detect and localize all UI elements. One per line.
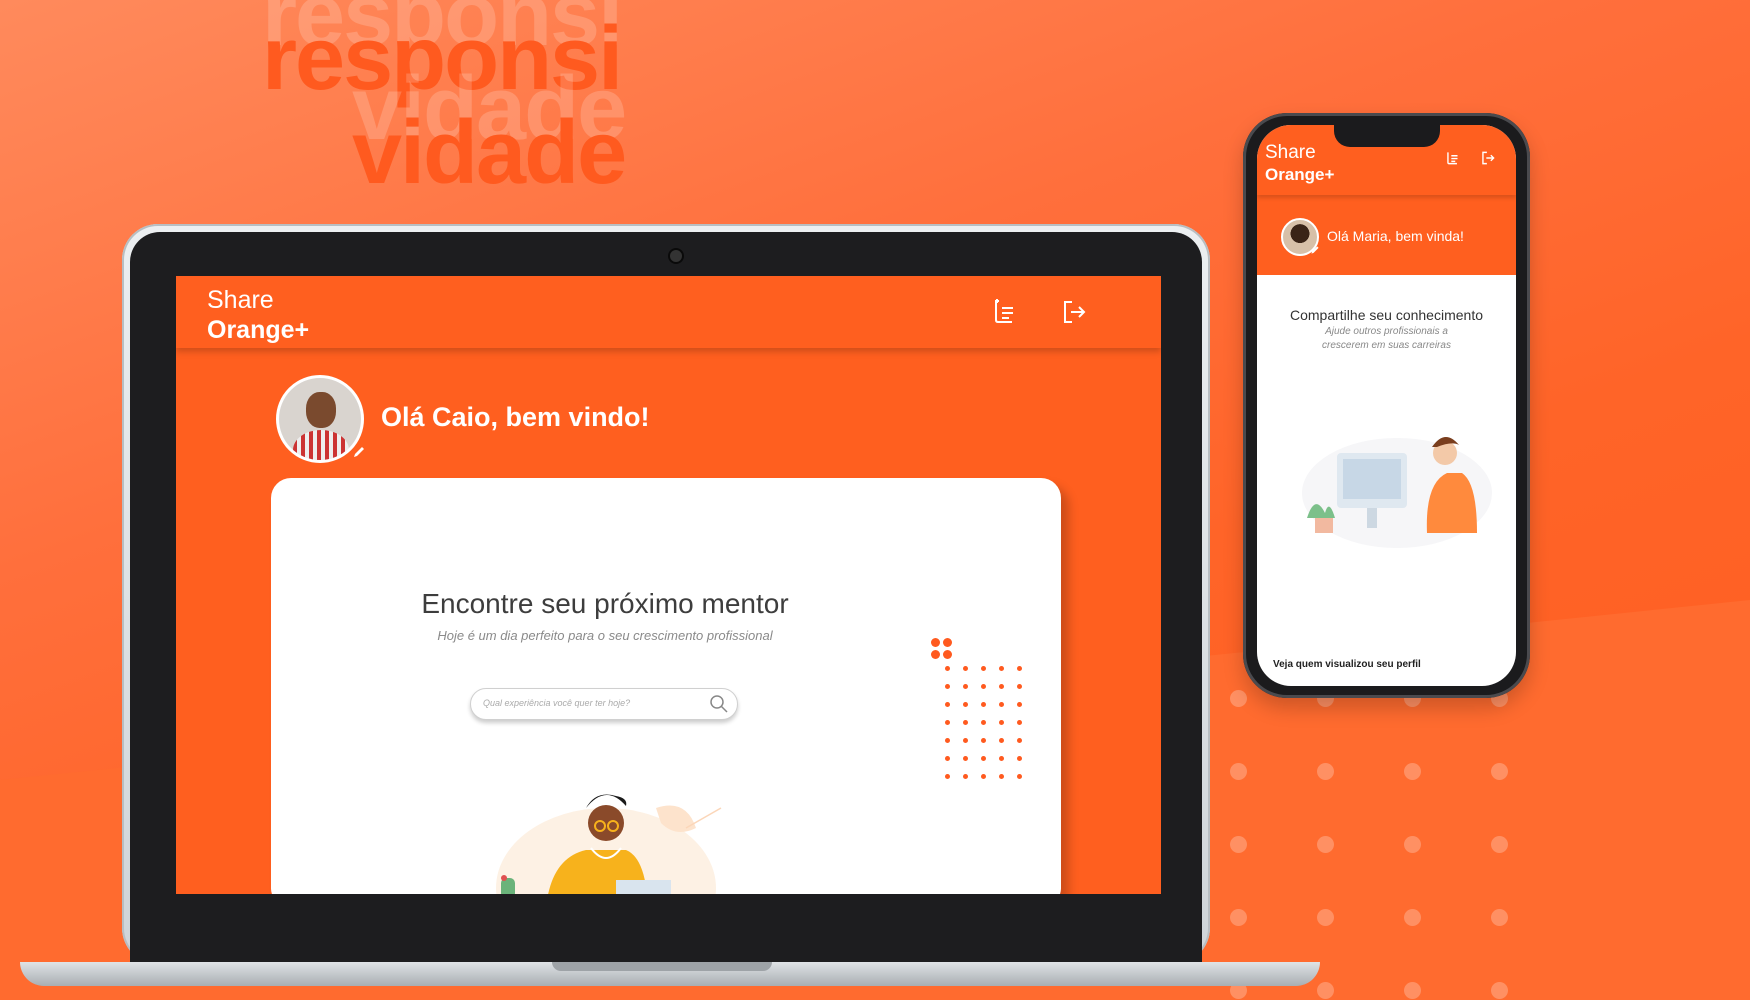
- decorative-dot: [1017, 756, 1022, 761]
- decorative-dot: [981, 738, 986, 743]
- decorative-dot: [945, 756, 950, 761]
- phone-header-area: Share Orange+ Olá Maria, bem vinda!: [1257, 125, 1516, 275]
- decorative-dot: [1017, 684, 1022, 689]
- decorative-dot: [999, 738, 1004, 743]
- decorative-dot: [945, 738, 950, 743]
- decorative-dot: [943, 638, 952, 647]
- decorative-dot: [945, 720, 950, 725]
- background-dot: [1404, 909, 1421, 926]
- background-dot: [1230, 909, 1247, 926]
- decorative-dot: [1017, 720, 1022, 725]
- card-title: Encontre seu próximo mentor: [421, 588, 789, 619]
- decorative-dot: [999, 720, 1004, 725]
- decorative-dot: [999, 702, 1004, 707]
- welcome-greeting: Olá Caio, bem vindo!: [381, 402, 650, 432]
- background-dot: [1317, 836, 1334, 853]
- logo-share-text: Share: [207, 286, 274, 314]
- card-subtitle: Hoje é um dia perfeito para o seu cresci…: [437, 628, 773, 643]
- edit-avatar-icon[interactable]: [352, 445, 366, 459]
- decorative-dot: [963, 756, 968, 761]
- decorative-dot: [963, 684, 968, 689]
- app-header: Share Orange+: [176, 276, 1161, 348]
- background-dot: [1404, 763, 1421, 780]
- phone-frame: Share Orange+ Olá Maria, bem vinda! Comp…: [1243, 113, 1530, 698]
- phone-add-post-icon[interactable]: [1444, 149, 1462, 167]
- logout-icon[interactable]: [1058, 296, 1090, 328]
- background-dot: [1404, 836, 1421, 853]
- phone-logo-share: Share: [1265, 142, 1316, 163]
- background-dot: [1230, 690, 1247, 707]
- decorative-dot: [999, 666, 1004, 671]
- share-knowledge-illustration: [1302, 436, 1492, 548]
- search-input[interactable]: Qual experiência você quer ter hoje?: [470, 688, 738, 720]
- decorative-dot: [981, 684, 986, 689]
- search-placeholder: Qual experiência você quer ter hoje?: [483, 698, 631, 708]
- decorative-dot: [1017, 774, 1022, 779]
- add-post-icon[interactable]: [989, 296, 1021, 328]
- decorative-dot: [945, 666, 950, 671]
- decorative-dot: [1017, 666, 1022, 671]
- decorative-dot: [945, 684, 950, 689]
- decorative-dot: [981, 756, 986, 761]
- laptop-camera: [670, 250, 682, 262]
- laptop-hinge: [552, 962, 772, 971]
- hero-word-line2: vidade: [352, 103, 627, 203]
- phone-welcome-greeting: Olá Maria, bem vinda!: [1327, 228, 1464, 244]
- decorative-dot: [963, 702, 968, 707]
- decorative-dot: [931, 650, 940, 659]
- decorative-dot: [963, 738, 968, 743]
- phone-logout-icon[interactable]: [1479, 149, 1497, 167]
- decorative-dot: [945, 774, 950, 779]
- background-dot: [1404, 982, 1421, 999]
- mentor-illustration: [496, 794, 722, 894]
- phone-logo-orange: Orange+: [1265, 165, 1335, 184]
- laptop-screen: Share Orange+ Olá Caio, bem vindo! Encon…: [176, 276, 1161, 894]
- phone-notch: [1334, 125, 1440, 147]
- decorative-dot: [963, 666, 968, 671]
- decorative-dot: [963, 774, 968, 779]
- background-dot: [1491, 836, 1508, 853]
- decorative-dot: [999, 756, 1004, 761]
- mentor-search-card: Encontre seu próximo mentor Hoje é um di…: [271, 478, 1061, 894]
- decorative-dot: [1017, 738, 1022, 743]
- decorative-dot: [999, 684, 1004, 689]
- profile-viewers-link[interactable]: Veja quem visualizou seu perfil: [1273, 659, 1421, 670]
- phone-subtitle-line2: crescerem em suas carreiras: [1322, 340, 1451, 351]
- user-avatar[interactable]: [276, 375, 364, 463]
- phone-section-subtitle: Ajude outros profissionais a crescerem e…: [1257, 325, 1516, 353]
- background-dot: [1317, 763, 1334, 780]
- decorative-dot: [981, 702, 986, 707]
- background-dot: [1230, 763, 1247, 780]
- decorative-dot: [931, 638, 940, 647]
- decorative-dot: [943, 650, 952, 659]
- background-dot: [1491, 982, 1508, 999]
- phone-subtitle-line1: Ajude outros profissionais a: [1325, 326, 1448, 337]
- background-dot: [1317, 909, 1334, 926]
- phone-section-title: Compartilhe seu conhecimento: [1290, 307, 1483, 323]
- logo-orange-text: Orange+: [207, 316, 310, 344]
- phone-screen: Share Orange+ Olá Maria, bem vinda! Comp…: [1257, 125, 1516, 686]
- background-dot: [1317, 982, 1334, 999]
- background-dot: [1491, 909, 1508, 926]
- decorative-dot: [981, 666, 986, 671]
- search-icon[interactable]: [709, 694, 729, 714]
- decorative-dot: [945, 702, 950, 707]
- background-dot: [1491, 763, 1508, 780]
- decorative-dot: [1017, 702, 1022, 707]
- phone-edit-avatar-icon[interactable]: [1310, 245, 1320, 255]
- decorative-dot: [999, 774, 1004, 779]
- decorative-dot: [981, 774, 986, 779]
- background-dot: [1230, 836, 1247, 853]
- decorative-dot: [963, 720, 968, 725]
- decorative-dot: [981, 720, 986, 725]
